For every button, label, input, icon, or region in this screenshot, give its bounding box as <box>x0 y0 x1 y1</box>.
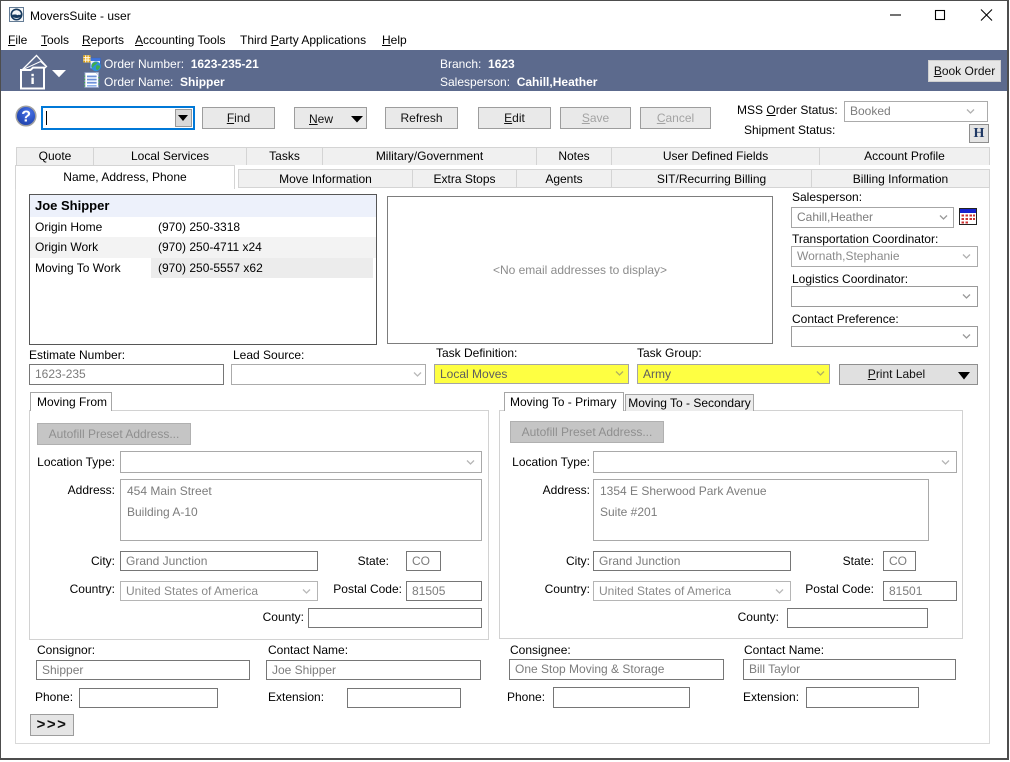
svg-text:?: ? <box>21 109 31 126</box>
